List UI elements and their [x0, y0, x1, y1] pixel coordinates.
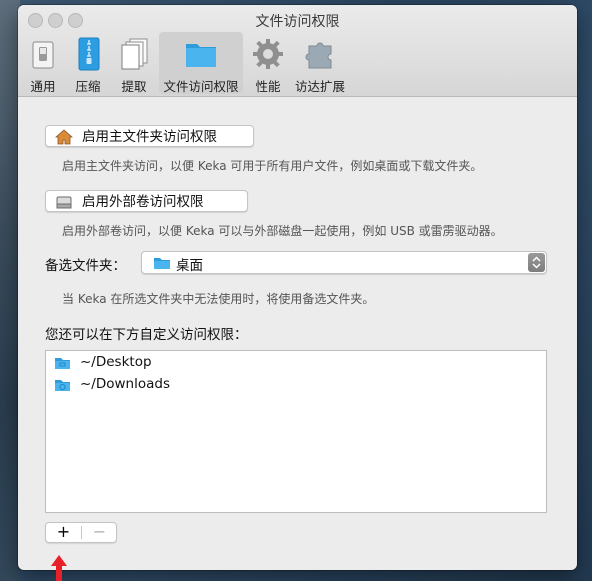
documents-icon: [121, 38, 148, 70]
archive-icon: [78, 37, 100, 71]
annotation-arrow-icon: [51, 555, 67, 581]
volume-access-description: 启用外部卷访问，以便 Keka 可以与外部磁盘一起使用，例如 USB 或雷雳驱动…: [62, 224, 503, 238]
tab-extract-label: 提取: [121, 79, 147, 94]
enable-home-access-button[interactable]: 启用主文件夹访问权限: [45, 125, 254, 147]
folder-icon: [154, 258, 170, 269]
downloads-folder-icon: [55, 380, 70, 391]
list-item-label: ~/Desktop: [80, 354, 152, 370]
custom-access-list[interactable]: ~/Desktop ~/Downloads: [45, 350, 547, 513]
home-icon: [55, 129, 73, 145]
gear-icon: [253, 39, 283, 69]
preferences-content: 启用主文件夹访问权限 启用主文件夹访问，以便 Keka 可用于所有用户文件，例如…: [18, 97, 577, 570]
home-access-description: 启用主文件夹访问，以便 Keka 可用于所有用户文件，例如桌面或下载文件夹。: [62, 159, 483, 173]
puzzle-icon: [305, 42, 332, 69]
tab-file-access-label: 文件访问权限: [163, 79, 239, 94]
folder-icon: [186, 44, 216, 67]
fallback-folder-select[interactable]: 桌面: [141, 251, 547, 274]
window-title: 文件访问权限: [255, 14, 340, 30]
enable-volume-access-label: 启用外部卷访问权限: [82, 194, 204, 210]
tab-finder-extension-label: 访达扩展: [294, 79, 345, 94]
tab-general[interactable]: 通用: [24, 32, 62, 94]
preferences-window: 文件访问权限 通用 压缩 提取 文件访问权限 性能 访达扩展 启用主文件夹访问权…: [18, 5, 577, 570]
select-chevron-icon: [528, 253, 545, 272]
list-item-label: ~/Downloads: [80, 376, 170, 392]
desktop-background: [0, 0, 20, 581]
tab-general-label: 通用: [30, 79, 56, 94]
enable-volume-access-button[interactable]: 启用外部卷访问权限: [45, 190, 248, 212]
tab-extract[interactable]: 提取: [114, 32, 154, 94]
titlebar: 文件访问权限 通用 压缩 提取 文件访问权限 性能 访达扩展: [18, 5, 577, 97]
tab-finder-extension[interactable]: 访达扩展: [292, 32, 348, 94]
drive-icon: [56, 196, 72, 209]
add-item-button[interactable]: +: [46, 523, 81, 542]
switch-icon: [32, 41, 54, 69]
desktop-folder-icon: [55, 358, 70, 369]
tab-compress[interactable]: 压缩: [68, 32, 108, 94]
enable-home-access-label: 启用主文件夹访问权限: [82, 129, 217, 145]
tab-performance-label: 性能: [255, 79, 281, 94]
fallback-folder-description: 当 Keka 在所选文件夹中无法使用时，将使用备选文件夹。: [62, 292, 375, 306]
fallback-folder-value: 桌面: [176, 258, 203, 274]
list-add-remove-control: + −: [45, 522, 117, 543]
custom-access-label: 您还可以在下方自定义访问权限：: [45, 327, 248, 343]
tab-performance[interactable]: 性能: [247, 32, 289, 94]
remove-item-button[interactable]: −: [82, 523, 117, 542]
fallback-folder-label: 备选文件夹：: [45, 258, 126, 274]
tab-file-access[interactable]: 文件访问权限: [159, 32, 243, 94]
tab-compress-label: 压缩: [75, 79, 101, 94]
